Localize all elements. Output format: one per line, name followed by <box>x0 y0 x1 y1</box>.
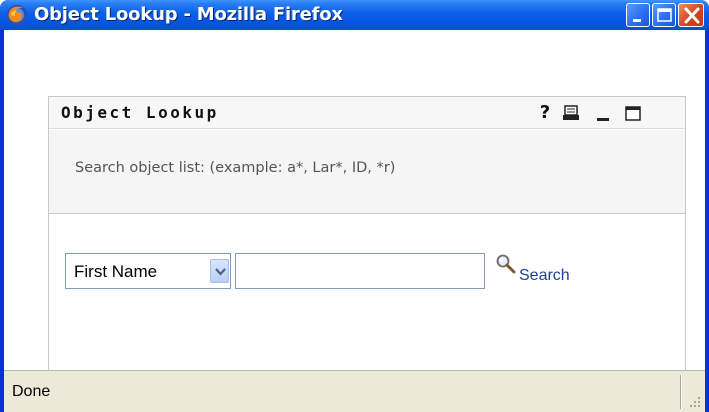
portlet-header: Object Lookup ? <box>49 97 685 129</box>
search-hint: Search object list: (example: a*, Lar*, … <box>75 160 396 176</box>
maximize-icon <box>625 106 641 121</box>
status-bar: Done <box>4 370 705 412</box>
select-dropdown-button[interactable] <box>210 259 229 283</box>
minimize-icon <box>597 118 609 121</box>
print-icon <box>563 105 579 120</box>
magnifier-icon[interactable] <box>495 253 517 275</box>
search-input[interactable] <box>235 253 485 289</box>
window-minimize-button[interactable] <box>626 3 650 27</box>
status-text: Done <box>12 383 51 400</box>
portlet-minimize-button[interactable] <box>593 103 613 123</box>
close-icon <box>684 7 700 24</box>
object-lookup-portlet: Object Lookup ? Search object list: (exa… <box>48 96 686 386</box>
firefox-icon <box>7 5 27 25</box>
help-button[interactable]: ? <box>535 103 555 123</box>
resize-grip-icon[interactable] <box>688 395 702 409</box>
help-icon: ? <box>539 102 551 123</box>
portlet-title: Object Lookup <box>61 103 219 122</box>
window-maximize-button[interactable] <box>652 3 676 27</box>
minimize-icon <box>633 19 641 22</box>
browser-window: Object Lookup - Mozilla Firefox Object L… <box>0 0 709 412</box>
window-close-button[interactable] <box>678 3 704 27</box>
window-title: Object Lookup - Mozilla Firefox <box>34 4 343 25</box>
search-hint-area: Search object list: (example: a*, Lar*, … <box>49 130 685 214</box>
status-divider <box>680 375 682 409</box>
maximize-icon <box>657 8 672 22</box>
chevron-down-icon <box>215 268 226 276</box>
field-select[interactable]: First Name <box>65 253 231 289</box>
title-bar[interactable]: Object Lookup - Mozilla Firefox <box>0 0 709 30</box>
print-button[interactable] <box>561 103 581 123</box>
browser-content: Object Lookup ? Search object list: (exa… <box>4 30 705 412</box>
field-select-value: First Name <box>74 262 158 281</box>
portlet-maximize-button[interactable] <box>623 103 643 123</box>
search-button[interactable]: Search <box>519 267 570 285</box>
